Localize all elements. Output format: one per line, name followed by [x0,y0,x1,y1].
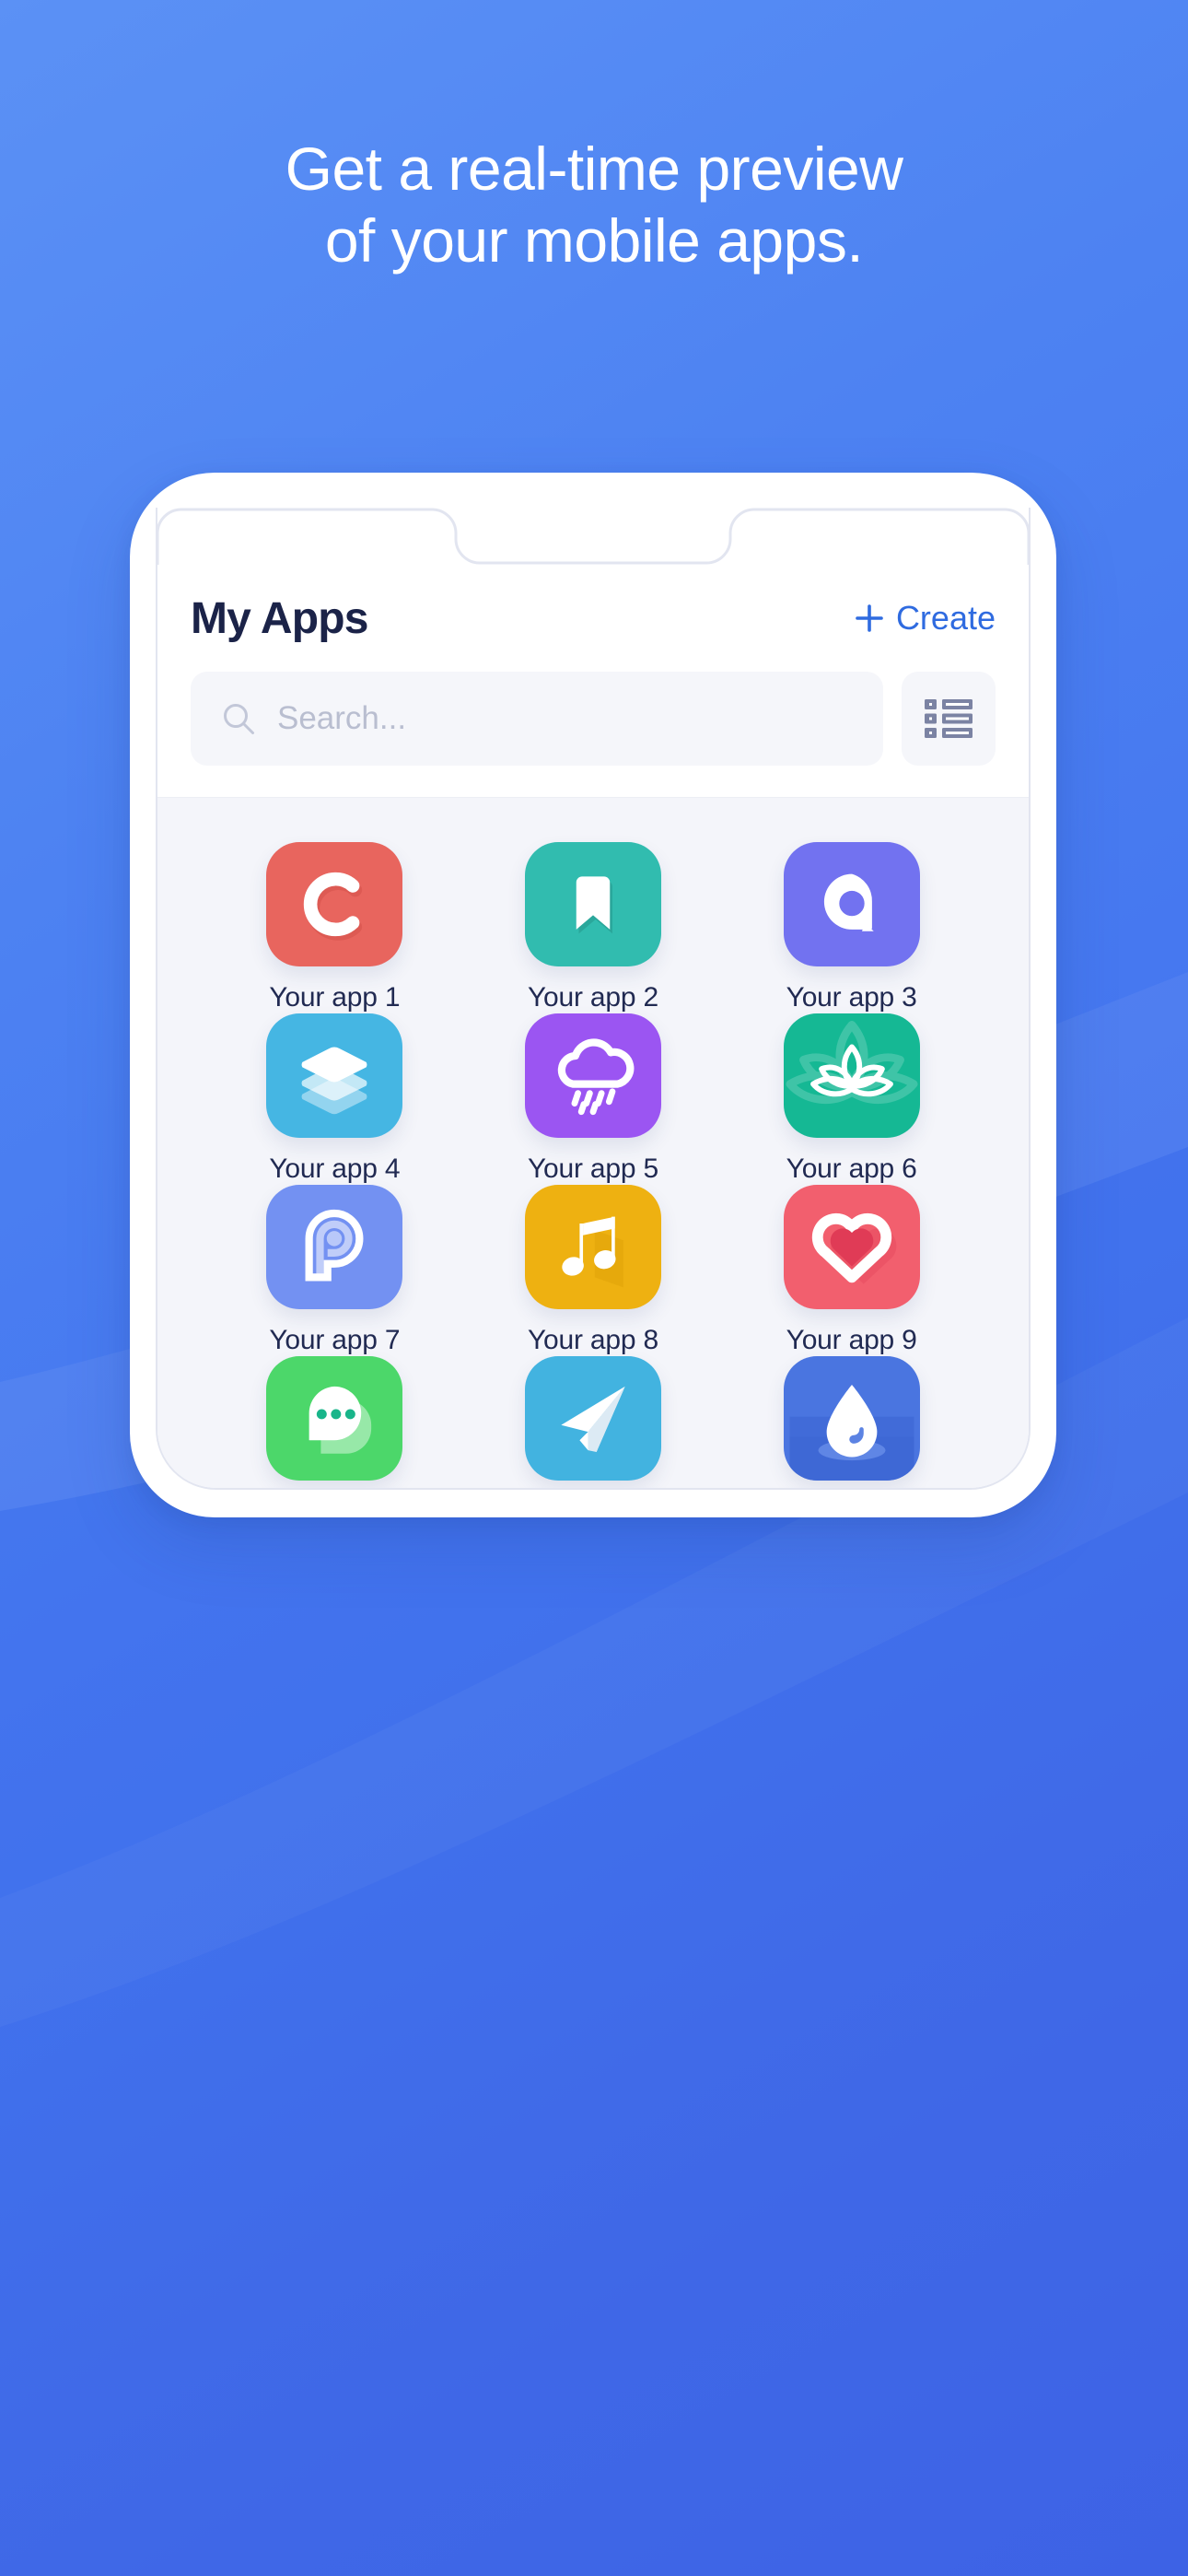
plus-icon [856,604,883,632]
app-tile-12[interactable]: Your app 12 [722,1356,981,1488]
app-icon-5 [524,1013,661,1138]
app-label-6: Your app 6 [786,1153,917,1184]
app-label-5: Your app 5 [527,1153,658,1184]
app-tile-3[interactable]: Your app 3 [722,842,981,1013]
page-title: My Apps [191,593,368,643]
app-tile-5[interactable]: Your app 5 [464,1013,723,1185]
bookmark-icon [576,876,612,934]
search-box[interactable] [191,672,883,766]
app-icon-3 [783,842,920,966]
headline-line-1: Get a real-time preview [285,135,903,203]
search-row [191,672,996,766]
app-icon-8 [524,1185,661,1309]
app-label-2: Your app 2 [527,982,658,1013]
rain-cloud-icon [557,1038,635,1116]
app-icon-12 [783,1356,920,1481]
app-icon-7 [266,1185,403,1309]
app-icon-11 [524,1356,661,1481]
letter-a-icon [823,873,874,931]
headline-line-2: of your mobile apps. [324,205,864,275]
app-label-3: Your app 3 [786,982,917,1013]
app-label-8: Your app 8 [527,1325,658,1355]
app-icon-4 [266,1013,403,1138]
app-tile-9[interactable]: Your app 9 [722,1185,981,1356]
app-label-7: Your app 7 [269,1325,401,1355]
app-icon-10 [266,1356,403,1481]
create-button-label: Create [895,599,996,637]
list-view-toggle-button[interactable] [902,672,996,766]
music-note-icon [562,1216,623,1288]
app-grid: Your app 1 Your app 2 Your app 3 Your ap… [157,798,1029,1488]
page-headline: Get a real-time preview of your mobile a… [0,134,1188,277]
app-tile-4[interactable]: Your app 4 [205,1013,464,1185]
app-icon-2 [524,842,661,966]
search-icon [224,704,254,734]
app-tile-1[interactable]: Your app 1 [205,842,464,1013]
heart-icon [811,1212,897,1284]
app-tile-6[interactable]: Your app 6 [722,1013,981,1185]
app-tile-2[interactable]: Your app 2 [464,842,723,1013]
paper-plane-icon [561,1386,625,1452]
letter-c-icon [304,872,363,941]
layers-icon [301,1047,367,1115]
app-tile-7[interactable]: Your app 7 [205,1185,464,1356]
list-view-icon [925,699,973,738]
app-tile-11[interactable]: Your app 11 [464,1356,723,1488]
water-drop-icon [789,1385,914,1481]
app-tile-10[interactable]: Your app 10 [205,1356,464,1488]
header-top-row: My Apps Create [191,585,996,651]
app-icon-6 [783,1013,920,1138]
app-icon-9 [783,1185,920,1309]
phone-mockup: My Apps Create Search... Your app 1 Your… [130,473,1056,1517]
app-label-4: Your app 4 [269,1153,401,1184]
app-icon-1 [266,842,403,966]
app-label-9: Your app 9 [786,1325,917,1355]
app-label-1: Your app 1 [269,982,401,1013]
app-tile-8[interactable]: Your app 8 [464,1185,723,1356]
create-button[interactable]: Create [854,599,996,638]
lotus-icon [786,1021,918,1104]
search-input[interactable] [277,700,854,737]
letter-p-icon [305,1209,364,1282]
phone-screen: My Apps Create Search... Your app 1 Your… [157,565,1029,1488]
app-header: My Apps Create [157,565,1029,798]
chat-bubble-icon [309,1386,372,1454]
